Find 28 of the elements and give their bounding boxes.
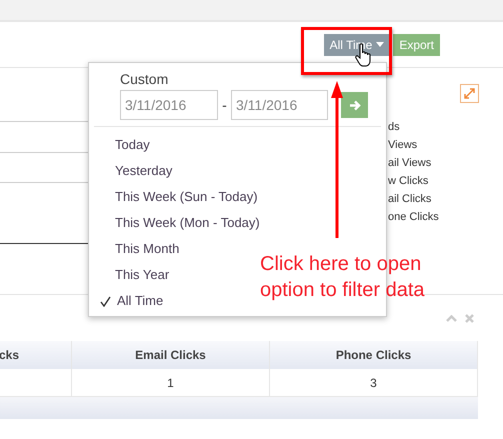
start-date-field[interactable]: 3/11/2016 xyxy=(120,90,218,120)
menu-item[interactable]: This Week (Mon - Today) xyxy=(115,213,260,233)
apply-button[interactable] xyxy=(341,92,368,118)
legend-label: Views xyxy=(388,138,418,153)
menu-item[interactable]: This Year xyxy=(115,265,170,285)
end-date-field[interactable]: 3/11/2016 xyxy=(231,90,328,120)
legend-label: ail Clicks xyxy=(388,192,432,207)
caret-icon xyxy=(376,42,384,47)
collapse-icon[interactable] xyxy=(446,314,457,322)
range-separator: - xyxy=(221,96,228,114)
expand-icon[interactable] xyxy=(460,84,479,103)
column-header: Email Clicks xyxy=(72,341,270,369)
menu-item[interactable]: This Week (Sun - Today) xyxy=(115,187,258,207)
table-cell: 3 xyxy=(270,369,478,396)
legend-label: ail Views xyxy=(388,156,432,171)
arrow-right-icon xyxy=(348,100,360,110)
legend-label: one Clicks xyxy=(388,210,439,225)
close-icon[interactable] xyxy=(465,314,474,322)
table-cell: 1 xyxy=(72,369,270,396)
menu-item[interactable]: All Time xyxy=(115,291,164,311)
column-header: Phone Clicks xyxy=(270,341,478,369)
legend-label: ds xyxy=(388,120,401,135)
menu-item[interactable]: Yesterday xyxy=(115,161,172,181)
annotation-text: Click here to open option to filter data xyxy=(260,252,426,303)
legend-label: w Clicks xyxy=(388,174,430,189)
custom-label: Custom xyxy=(120,70,170,89)
menu-item[interactable]: Today xyxy=(115,135,150,155)
menu-item[interactable]: This Month xyxy=(115,239,180,259)
